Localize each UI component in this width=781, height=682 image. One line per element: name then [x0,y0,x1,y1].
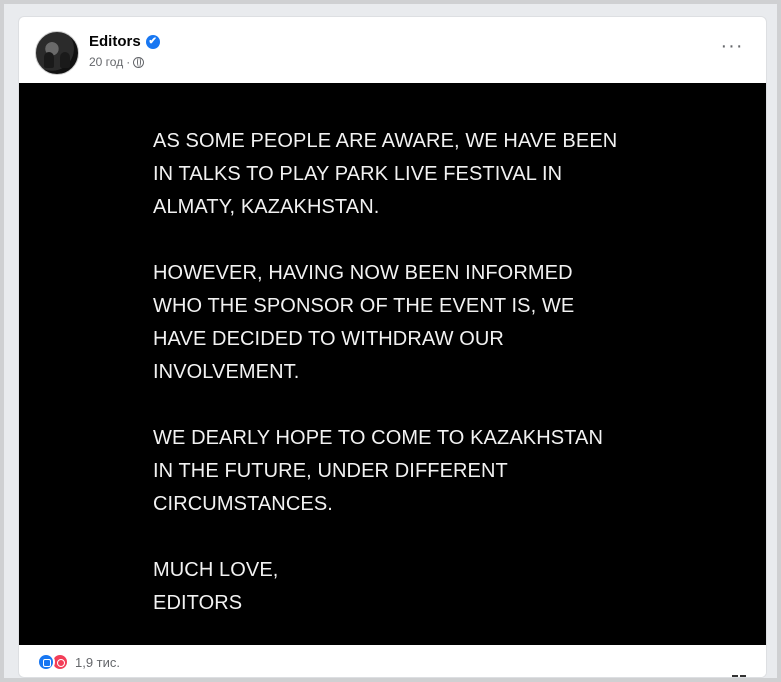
author-name[interactable]: Editors [89,33,141,50]
reaction-count[interactable]: 1,9 тис. [75,655,120,670]
reactions-bar: 1,9 тис. [19,645,153,677]
statement-line: WHO THE SPONSOR OF THE EVENT IS, WE [153,295,575,317]
image-bottom-strip [153,645,766,677]
post-timestamp[interactable]: 20 год [89,55,123,69]
statement-line: HAVE DECIDED TO WITHDRAW OUR [153,328,504,350]
statement-text: AS SOME PEOPLE ARE AWARE, WE HAVE BEEN IN… [153,125,673,620]
statement-paragraph: HOWEVER, HAVING NOW BEEN INFORMED WHO THE… [153,257,673,389]
statement-line: CIRCUMSTANCES. [153,493,333,515]
post-image[interactable]: AS SOME PEOPLE ARE AWARE, WE HAVE BEEN IN… [19,83,766,645]
statement-line: AS SOME PEOPLE ARE AWARE, WE HAVE BEEN [153,130,618,152]
statement-line: HOWEVER, HAVING NOW BEEN INFORMED [153,262,573,284]
statement-line: IN THE FUTURE, UNDER DIFFERENT [153,460,508,482]
statement-line: EDITORS [153,592,243,614]
statement-line: ALMATY, KAZAKHSTAN. [153,196,380,218]
author-avatar[interactable] [35,31,79,75]
reaction-icons[interactable] [37,653,69,671]
globe-icon [133,56,145,68]
statement-line: INVOLVEMENT. [153,361,300,383]
expand-icon[interactable] [732,675,746,677]
statement-paragraph: AS SOME PEOPLE ARE AWARE, WE HAVE BEEN IN… [153,125,673,224]
meta-separator: · [126,55,131,69]
statement-line: WE DEARLY HOPE TO COME TO KAZAKHSTAN [153,427,603,449]
post-header: Editors ✔ 20 год · ··· [19,17,766,83]
statement-line: IN TALKS TO PLAY PARK LIVE FESTIVAL IN [153,163,563,185]
statement-line: MUCH LOVE, [153,559,279,581]
post-meta: 20 год · [89,55,145,69]
more-options-button[interactable]: ··· [718,36,746,59]
post-card: Editors ✔ 20 год · ··· AS SOME PEOPLE AR… [18,16,767,678]
statement-paragraph: WE DEARLY HOPE TO COME TO KAZAKHSTAN IN T… [153,422,673,521]
verified-badge-icon: ✔ [145,34,160,49]
screenshot-frame: Editors ✔ 20 год · ··· AS SOME PEOPLE AR… [0,0,781,682]
like-icon [37,653,55,671]
statement-paragraph: MUCH LOVE, EDITORS [153,554,673,620]
author-row: Editors ✔ [89,33,160,50]
